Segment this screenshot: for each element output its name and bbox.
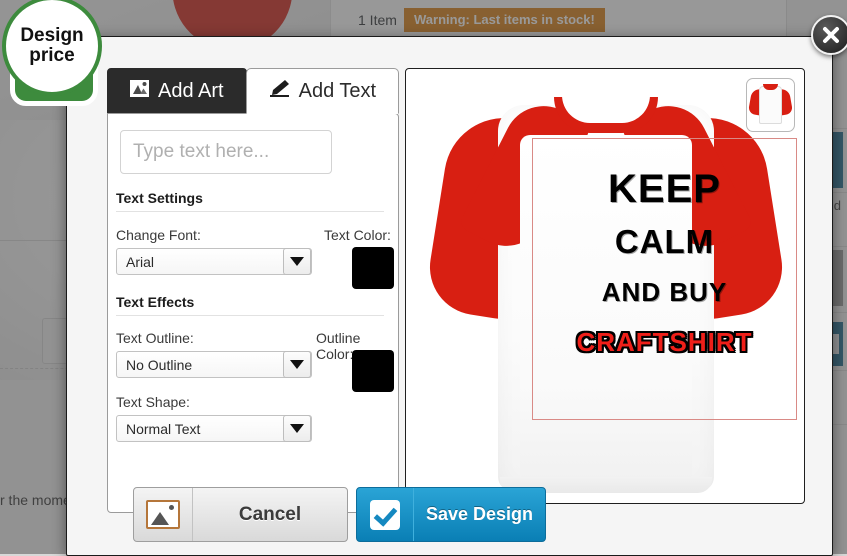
design-price-badge: Design price CHF 8: [2, 0, 106, 106]
cancel-button-label: Cancel: [238, 503, 302, 525]
design-line-2[interactable]: CALM: [533, 223, 796, 261]
chevron-down-icon: [283, 415, 311, 442]
design-price-line2: price: [29, 45, 75, 66]
chevron-down-icon: [283, 248, 311, 275]
design-price-line1: Design: [20, 25, 84, 47]
text-settings-panel: Text Settings Change Font: Arial Text Co…: [107, 113, 399, 513]
image-icon: [134, 488, 193, 541]
chevron-down-icon: [283, 351, 311, 378]
text-input[interactable]: [120, 130, 332, 174]
design-area-box[interactable]: KEEP CALM AND BUY CRAFTSHIRT: [532, 138, 797, 420]
design-price-label: Design price: [2, 0, 102, 96]
image-icon: [130, 79, 149, 103]
text-shape-select[interactable]: Normal Text: [116, 415, 312, 442]
save-design-button-label: Save Design: [425, 504, 534, 524]
design-editor-modal: Add Art Add Text Text Settings Change Fo…: [66, 15, 847, 556]
cancel-button[interactable]: Cancel: [133, 487, 348, 542]
text-outline-label: Text Outline:: [116, 330, 194, 346]
change-font-label: Change Font:: [116, 227, 201, 243]
close-icon[interactable]: [811, 15, 847, 55]
design-line-1[interactable]: KEEP: [533, 167, 796, 212]
text-shape-label: Text Shape:: [116, 394, 190, 410]
text-color-swatch[interactable]: [352, 247, 394, 289]
thumbnail-body: [759, 86, 782, 124]
section-title-text-settings: Text Settings: [116, 190, 203, 206]
section-rule-text-settings: [116, 211, 384, 212]
text-color-label: Text Color:: [324, 227, 391, 243]
tab-add-art[interactable]: Add Art: [107, 68, 247, 114]
tab-add-text-label: Add Text: [298, 79, 377, 102]
design-line-3[interactable]: AND BUY: [533, 277, 796, 308]
design-preview[interactable]: KEEP CALM AND BUY CRAFTSHIRT: [405, 68, 805, 504]
tab-add-text[interactable]: Add Text: [245, 68, 400, 114]
pen-icon: [269, 79, 290, 103]
text-outline-select[interactable]: No Outline: [116, 351, 312, 378]
outline-color-swatch[interactable]: [352, 350, 394, 392]
tab-add-art-label: Add Art: [158, 79, 224, 102]
editor-tabs: Add Art Add Text: [107, 68, 400, 114]
section-title-text-effects: Text Effects: [116, 294, 195, 310]
font-select-value: Arial: [126, 253, 155, 270]
tshirt-front-thumbnail[interactable]: [746, 78, 795, 132]
font-select[interactable]: Arial: [116, 248, 312, 275]
check-icon: [357, 488, 414, 541]
save-design-button[interactable]: Save Design: [356, 487, 546, 542]
section-rule-text-effects: [116, 315, 384, 316]
design-line-4[interactable]: CRAFTSHIRT: [533, 327, 796, 358]
text-outline-value: No Outline: [126, 356, 193, 373]
text-shape-value: Normal Text: [126, 420, 201, 437]
